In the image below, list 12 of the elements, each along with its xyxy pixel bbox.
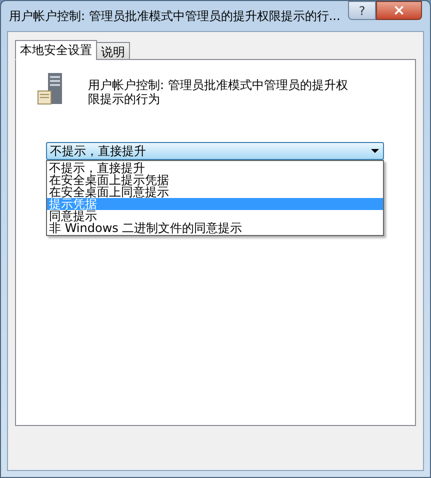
dropdown-option[interactable]: 在安全桌面上同意提示: [47, 186, 383, 198]
policy-description: 用户帐户控制: 管理员批准模式中管理员的提升权限提示的行为: [88, 78, 349, 106]
dropdown-option[interactable]: 非 Windows 二进制文件的同意提示: [47, 222, 383, 234]
help-button[interactable]: ?: [348, 1, 376, 20]
tab[interactable]: 本地安全设置: [15, 40, 97, 60]
window-title: 用户帐户控制: 管理员批准模式中管理员的提升权限提示的行...: [9, 8, 340, 25]
policy-dropdown[interactable]: 不提示，直接提升: [46, 142, 384, 160]
dropdown-arrow-icon: [371, 149, 379, 153]
dropdown-option[interactable]: 在安全桌面上提示凭据: [47, 174, 383, 186]
tab[interactable]: 说明: [96, 42, 130, 60]
dropdown-option[interactable]: 不提示，直接提升: [47, 162, 383, 174]
dropdown-option[interactable]: 同意提示: [47, 210, 383, 222]
